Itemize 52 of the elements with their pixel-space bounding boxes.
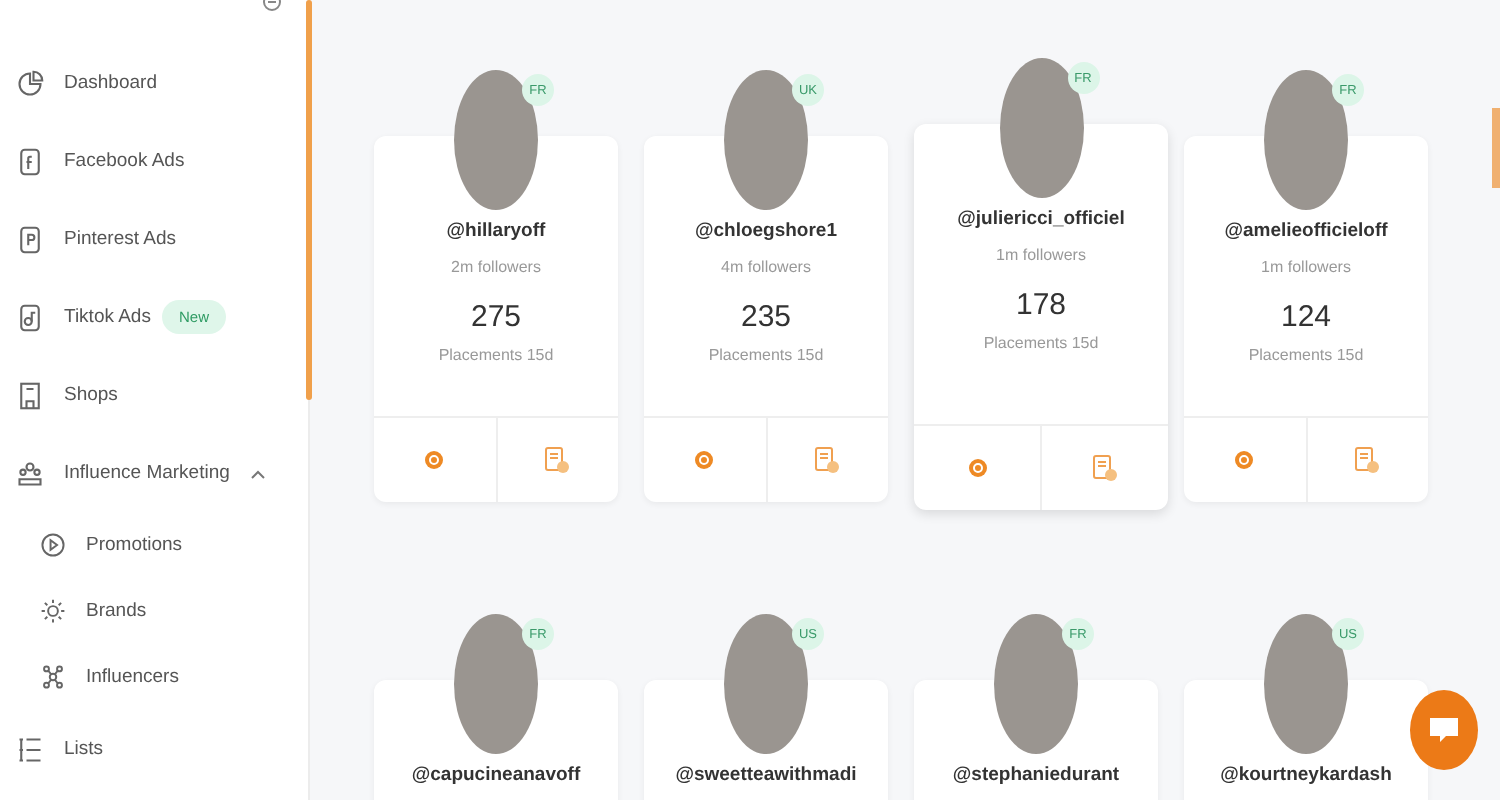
coin-icon xyxy=(1234,450,1255,470)
network-icon xyxy=(40,664,66,690)
placements-count: 235 xyxy=(740,300,792,334)
influencer-handle: @stephaniedurant xyxy=(952,764,1120,786)
followers-count: 2m followers xyxy=(451,258,541,276)
influencer-handle: @juliericci_officiel xyxy=(957,208,1125,230)
placements-label: Placements 15d xyxy=(438,346,554,364)
nav-item[interactable]: Dashboard xyxy=(16,44,308,122)
followers-count: 1m followers xyxy=(996,246,1086,264)
caret-icon[interactable] xyxy=(249,467,266,479)
nav-item[interactable]: Influence Marketing xyxy=(16,434,308,512)
nav-subitem[interactable]: Brands xyxy=(16,578,308,644)
nav-subitem[interactable]: Promotions xyxy=(16,512,308,578)
nav-subitem[interactable]: Influencers xyxy=(16,644,308,710)
phone-icon xyxy=(16,147,44,175)
influencer-handle: @chloegshore1 xyxy=(694,220,838,242)
influencer-handle: @kourtneykardash xyxy=(1220,764,1392,786)
pie-chart-icon xyxy=(16,69,44,97)
people-icon xyxy=(16,459,44,487)
influencer-handle: @amelieofficieloff xyxy=(1224,220,1388,242)
placements-label: Placements 15d xyxy=(1248,346,1364,364)
influencer-handle: @sweetteawithmadi xyxy=(675,764,857,786)
building-icon xyxy=(16,381,44,409)
side-tab[interactable] xyxy=(1492,108,1500,188)
nav-item[interactable]: Shops xyxy=(16,356,308,434)
document-coin-icon xyxy=(1092,454,1118,482)
coin-icon xyxy=(967,458,987,478)
influencer-handle: @hillaryoff xyxy=(446,220,546,242)
followers-count: 4m followers xyxy=(721,258,811,276)
list-icon xyxy=(16,735,44,763)
placements-count: 178 xyxy=(1015,288,1067,322)
nav-item[interactable]: Pinterest Ads xyxy=(16,200,308,278)
phone-icon xyxy=(16,225,44,253)
coin-icon xyxy=(424,450,445,470)
chat-icon xyxy=(1428,716,1460,744)
document-coin-icon xyxy=(1354,446,1381,474)
scrollbar-thumb[interactable] xyxy=(306,0,312,400)
sparkle-icon xyxy=(40,598,66,624)
document-coin-icon xyxy=(814,446,841,474)
chat-button[interactable] xyxy=(1410,690,1478,770)
followers-count: 1m followers xyxy=(1261,258,1351,276)
influencer-handle: @capucineanavoff xyxy=(411,764,581,786)
nav-item[interactable]: Facebook Ads xyxy=(16,122,308,200)
placements-count: 275 xyxy=(470,300,522,334)
coin-icon xyxy=(694,450,715,470)
phone-icon xyxy=(16,303,44,331)
nav-item[interactable]: Lists xyxy=(16,710,308,788)
placements-count: 124 xyxy=(1280,300,1332,334)
play-circle-icon xyxy=(40,532,66,558)
placements-label: Placements 15d xyxy=(983,334,1099,352)
placements-label: Placements 15d xyxy=(708,346,824,364)
document-coin-icon xyxy=(544,446,571,474)
